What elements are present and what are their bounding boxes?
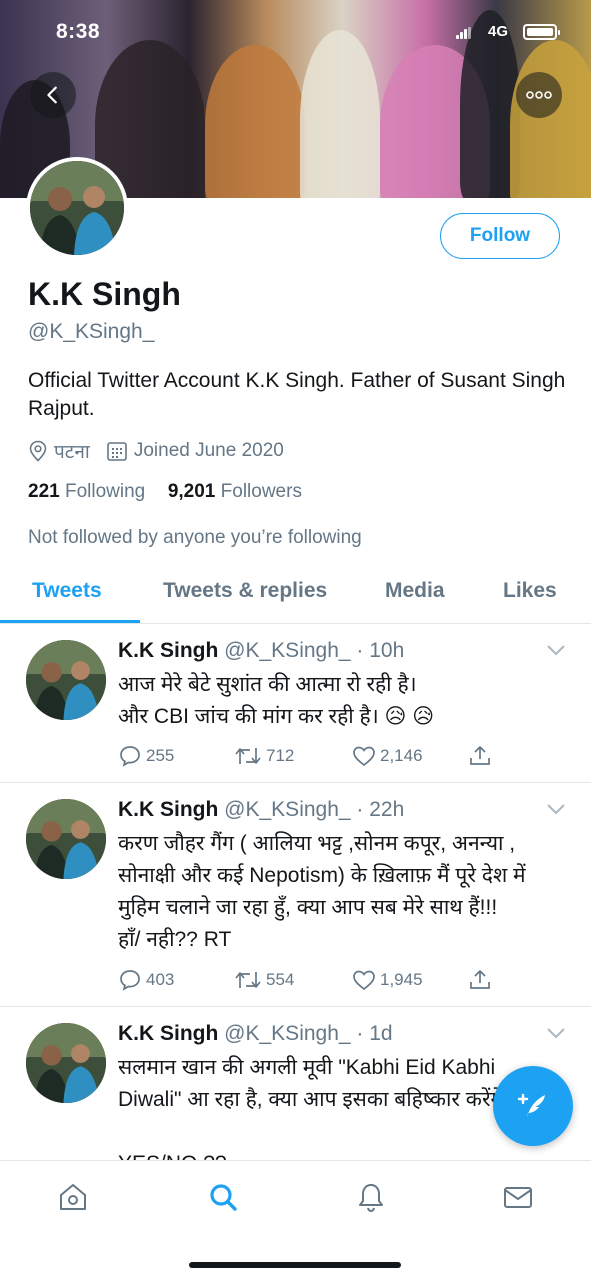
compose-tweet-button[interactable] bbox=[493, 1066, 573, 1146]
followers-label: Followers bbox=[220, 481, 302, 502]
retweet-count: 554 bbox=[266, 970, 295, 989]
following-count: 221 bbox=[28, 481, 60, 502]
tweet-handle-time: @K_KSingh_ · 1d bbox=[224, 1022, 393, 1045]
profile-handle: @K_KSingh_ bbox=[28, 320, 155, 343]
chevron-down-icon[interactable] bbox=[546, 644, 566, 656]
messages-envelope-icon[interactable] bbox=[502, 1181, 534, 1213]
tweet-text: करण जौहर गैंग ( आलिया भट्ट ,सोनम कपूर, अ… bbox=[118, 832, 526, 951]
calendar-icon bbox=[107, 442, 127, 461]
back-button[interactable] bbox=[30, 72, 76, 118]
heart-icon bbox=[353, 970, 375, 991]
retweet-icon bbox=[235, 748, 261, 764]
reply-icon bbox=[120, 970, 140, 991]
tab-tweets[interactable]: Tweets bbox=[32, 579, 102, 603]
network-type: 4G bbox=[488, 23, 509, 40]
profile-location: पटना bbox=[54, 442, 90, 463]
like-count: 2,146 bbox=[380, 746, 423, 765]
followers-link[interactable]: 9,201 Followers bbox=[168, 481, 302, 502]
avatar[interactable] bbox=[26, 799, 106, 879]
tab-tweets-replies[interactable]: Tweets & replies bbox=[163, 579, 327, 603]
profile-avatar[interactable] bbox=[26, 157, 128, 259]
home-indicator bbox=[189, 1262, 401, 1268]
tweet-text: आज मेरे बेटे सुशांत की आत्मा रो रही है। … bbox=[118, 673, 435, 728]
reply-count: 403 bbox=[146, 970, 175, 989]
avatar[interactable] bbox=[26, 640, 106, 720]
avatar[interactable] bbox=[26, 1023, 106, 1103]
tweet-handle-time: @K_KSingh_ · 10h bbox=[224, 639, 405, 662]
more-options-button[interactable] bbox=[516, 72, 562, 118]
notifications-bell-icon[interactable] bbox=[355, 1181, 387, 1213]
following-link[interactable]: 221 Following bbox=[28, 481, 145, 502]
chevron-down-icon[interactable] bbox=[546, 803, 566, 815]
compose-tweet-icon bbox=[517, 1093, 545, 1118]
profile-meta: पटना Joined June 2020 bbox=[28, 438, 284, 464]
follow-button[interactable]: Follow bbox=[440, 213, 560, 259]
tweet-actions: 403 554 1,945 bbox=[118, 968, 538, 994]
more-dots-icon bbox=[526, 91, 552, 99]
tweet-actions: 255 712 2,146 bbox=[118, 744, 538, 770]
profile-stats: 221 Following 9,201 Followers bbox=[28, 481, 302, 503]
following-label: Following bbox=[64, 481, 146, 502]
like-button[interactable]: 1,945 bbox=[352, 968, 423, 992]
not-followed-notice: Not followed by anyone you’re following bbox=[28, 527, 362, 548]
share-button[interactable] bbox=[468, 744, 496, 768]
chevron-down-icon[interactable] bbox=[546, 1027, 566, 1039]
share-button[interactable] bbox=[468, 968, 496, 992]
tweet-handle-time: @K_KSingh_ · 22h bbox=[224, 798, 405, 821]
location-pin-icon bbox=[29, 440, 47, 462]
heart-icon bbox=[353, 746, 375, 767]
chevron-left-icon bbox=[47, 86, 57, 104]
share-icon bbox=[470, 970, 490, 989]
tab-likes[interactable]: Likes bbox=[503, 579, 557, 603]
retweet-count: 712 bbox=[266, 746, 295, 765]
signal-icon bbox=[456, 27, 471, 39]
share-icon bbox=[470, 746, 490, 765]
status-bar: 8:38 4G bbox=[0, 0, 591, 64]
search-icon[interactable] bbox=[207, 1181, 239, 1213]
like-count: 1,945 bbox=[380, 970, 423, 989]
profile-name: K.K Singh bbox=[28, 276, 181, 312]
retweet-button[interactable]: 554 bbox=[234, 968, 294, 992]
profile-joined: Joined June 2020 bbox=[133, 440, 284, 461]
tweet-header: K.K Singh @K_KSingh_ · 1d bbox=[118, 1022, 393, 1046]
battery-icon bbox=[523, 24, 560, 40]
tweet-author-name: K.K Singh bbox=[118, 1022, 219, 1045]
tweet-author-name: K.K Singh bbox=[118, 798, 219, 821]
reply-icon bbox=[120, 746, 140, 767]
reply-button[interactable]: 255 bbox=[118, 744, 174, 768]
retweet-icon bbox=[235, 972, 261, 988]
active-tab-indicator bbox=[0, 620, 140, 623]
profile-bio: Official Twitter Account K.K Singh. Fath… bbox=[28, 369, 566, 420]
tab-media[interactable]: Media bbox=[385, 579, 445, 603]
tweet-item[interactable]: K.K Singh @K_KSingh_ · 22h करण जौहर गैंग… bbox=[0, 783, 591, 1007]
home-icon[interactable] bbox=[57, 1181, 89, 1213]
followers-count: 9,201 bbox=[167, 481, 216, 502]
like-button[interactable]: 2,146 bbox=[352, 744, 423, 768]
reply-count: 255 bbox=[146, 746, 175, 765]
tweet-header: K.K Singh @K_KSingh_ · 22h bbox=[118, 798, 404, 822]
tweet-author-name: K.K Singh bbox=[118, 639, 219, 662]
tweet-item[interactable]: K.K Singh @K_KSingh_ · 10h आज मेरे बेटे … bbox=[0, 624, 591, 783]
tweet-header: K.K Singh @K_KSingh_ · 10h bbox=[118, 639, 404, 663]
reply-button[interactable]: 403 bbox=[118, 968, 174, 992]
status-time: 8:38 bbox=[56, 20, 101, 43]
tweet-text: सलमान खान की अगली मूवी "Kabhi Eid Kabhi … bbox=[118, 1056, 515, 1160]
retweet-button[interactable]: 712 bbox=[234, 744, 294, 768]
profile-tabs: Tweets Tweets & replies Media Likes bbox=[0, 560, 591, 624]
avatar-photo bbox=[30, 161, 124, 255]
